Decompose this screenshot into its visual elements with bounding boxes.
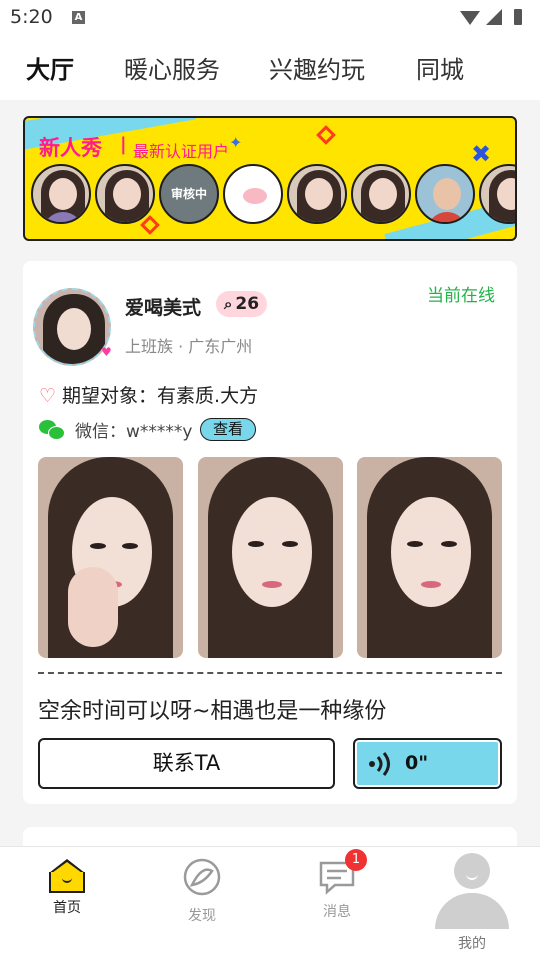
dashed-divider	[38, 672, 502, 674]
online-status: 当前在线	[427, 286, 495, 306]
nav-profile[interactable]: 我的	[433, 853, 511, 953]
bottom-nav: 首页 发现 1 消息 我的	[0, 846, 540, 960]
photo-thumbnail[interactable]	[357, 457, 502, 658]
top-tabs: 大厅 暖心服务 兴趣约玩 同城	[0, 34, 540, 100]
nav-messages-label: 消息	[323, 904, 351, 920]
heart-decoration-icon: ♥	[101, 345, 112, 359]
new-user-avatar[interactable]	[287, 164, 347, 224]
diamond-icon	[316, 125, 336, 145]
user-card[interactable]: ♥ 爱喝美式 ⌕ 26 当前在线 上班族 · 广东广州 ♡ 期望对象：有素质.大方 …	[23, 261, 517, 804]
close-icon[interactable]: ✖	[471, 140, 491, 168]
tab-care-service[interactable]: 暖心服务	[124, 50, 220, 85]
nav-discover-label: 发现	[188, 908, 216, 924]
photo-thumbnail[interactable]	[38, 457, 183, 658]
notification-icon: A	[72, 11, 85, 24]
nav-messages[interactable]: 1 消息	[292, 849, 382, 921]
user-slogan: 空余时间可以呀~相遇也是一种缘份	[38, 699, 387, 724]
tab-interest-play[interactable]: 兴趣约玩	[269, 50, 365, 85]
wifi-icon	[460, 11, 480, 25]
wechat-row: 微信：w*****y	[39, 417, 192, 442]
new-user-avatar[interactable]	[415, 164, 475, 224]
new-user-avatar[interactable]	[351, 164, 411, 224]
nav-home-label: 首页	[53, 900, 81, 916]
user-meta: 上班族 · 广东广州	[125, 337, 253, 356]
banner-separator: |	[120, 134, 127, 155]
view-wechat-button[interactable]: 查看	[200, 418, 256, 441]
tab-lobby[interactable]: 大厅	[24, 50, 76, 85]
banner-subtitle: 最新认证用户	[133, 142, 230, 161]
signal-icon	[486, 9, 502, 25]
status-bar: 5:20 A	[0, 0, 540, 34]
message-badge: 1	[345, 849, 367, 871]
sparkle-icon: ✦	[229, 133, 243, 152]
avatar[interactable]	[33, 288, 111, 366]
voice-wave-icon	[369, 752, 390, 776]
popularity-badge: ⌕ 26	[216, 291, 268, 317]
nav-home[interactable]: 首页	[22, 857, 112, 917]
review-label: 审核中	[170, 187, 207, 201]
badge-count: 26	[235, 294, 260, 314]
new-user-avatar[interactable]	[95, 164, 155, 224]
user-name: 爱喝美式	[125, 297, 202, 319]
heart-icon: ♡	[39, 385, 57, 407]
nav-profile-label: 我的	[458, 936, 486, 952]
wechat-value: w*****y	[126, 422, 193, 442]
home-icon	[49, 859, 85, 893]
contact-button[interactable]: 联系TA	[38, 738, 335, 789]
search-bubble-icon: ⌕	[224, 295, 233, 313]
wechat-label: 微信：	[75, 422, 126, 442]
battery-icon	[514, 9, 522, 25]
expectation-text: 期望对象：有素质.大方	[62, 385, 259, 407]
new-user-avatar[interactable]	[31, 164, 91, 224]
new-user-avatar-reviewing[interactable]: 审核中	[159, 164, 219, 224]
new-user-avatar[interactable]	[223, 164, 283, 224]
profile-avatar-icon	[454, 853, 490, 889]
wechat-icon	[39, 420, 65, 440]
voice-duration: 0"	[405, 752, 429, 774]
tab-same-city[interactable]: 同城	[416, 50, 464, 85]
photo-thumbnail[interactable]	[198, 457, 343, 658]
nav-discover[interactable]: 发现	[157, 857, 247, 925]
compass-icon	[183, 858, 221, 896]
banner-title: 新人秀	[39, 136, 102, 160]
voice-intro-button[interactable]: 0"	[353, 738, 502, 789]
new-user-banner[interactable]: 新人秀 | 最新认证用户 ✦ ✖ 审核中	[23, 116, 517, 241]
system-icons	[460, 9, 522, 25]
status-time: 5:20	[10, 6, 53, 28]
expectation-row: ♡ 期望对象：有素质.大方	[39, 381, 258, 408]
